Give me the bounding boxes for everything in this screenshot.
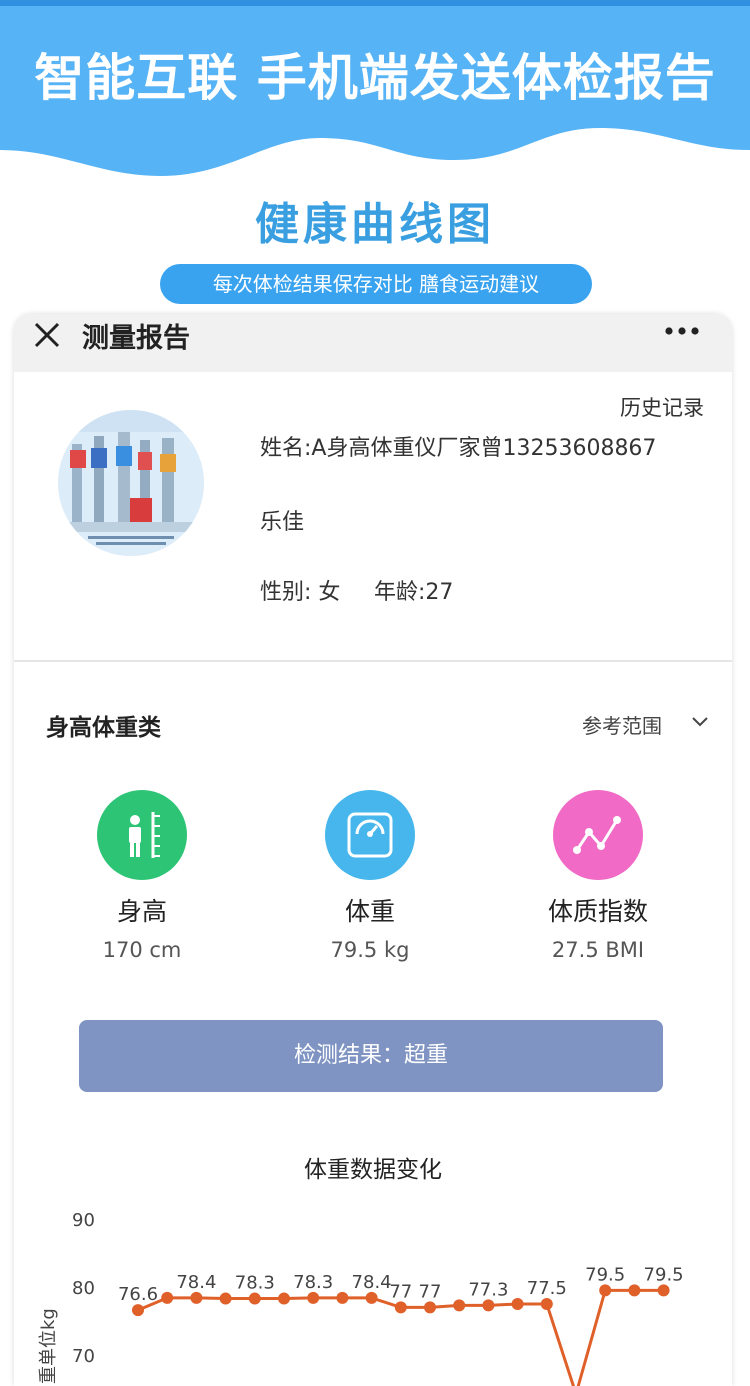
y-tick-label: 80 — [72, 1278, 95, 1299]
weight-line-chart: 重单位kg 90807076.678.4 78.3 78.3 78.477 77 77.3… — [38, 1210, 684, 1386]
user-name-continued: 乐佳 — [260, 510, 305, 535]
user-name: 姓名:A身高体重仪厂家曾13253608867 — [260, 436, 657, 461]
data-point — [540, 1298, 553, 1310]
data-point — [190, 1291, 203, 1304]
data-point — [599, 1284, 612, 1297]
avatar — [58, 410, 204, 556]
data-label: 77.5 — [527, 1278, 567, 1299]
metric-weight[interactable]: 体重 79.5 kg — [270, 790, 470, 962]
metric-height-value: 170 cm — [102, 938, 182, 962]
more-dots-icon[interactable] — [664, 326, 700, 336]
y-tick-label: 90 — [72, 1210, 95, 1231]
bmi-icon-circle — [553, 790, 643, 880]
data-label: 78.4 — [176, 1272, 216, 1293]
data-label: 77.3 — [468, 1279, 508, 1300]
data-point — [219, 1292, 232, 1305]
user-age: 年龄:27 — [374, 580, 454, 605]
data-label: 78.4 — [352, 1272, 392, 1293]
data-point — [424, 1301, 436, 1314]
report-topbar: 测量报告 — [14, 314, 732, 372]
height-person-icon — [129, 812, 160, 858]
data-point — [394, 1301, 407, 1314]
height-icon-circle — [97, 790, 187, 880]
data-point — [482, 1299, 495, 1312]
avatar-machines-image — [58, 410, 204, 556]
close-icon[interactable] — [32, 320, 62, 350]
data-label: 77 — [419, 1281, 442, 1302]
result-button[interactable]: 检测结果：超重 — [79, 1020, 663, 1092]
report-screen: 测量报告 历史记录 姓名:A身高体重仪厂家曾13253608867 乐佳 性别:… — [14, 314, 732, 1386]
data-label: 79.5 — [644, 1264, 684, 1285]
data-label: 77 — [389, 1281, 412, 1302]
metric-height-name: 身高 — [116, 897, 167, 926]
metric-height[interactable]: 身高 170 cm — [42, 790, 242, 962]
trend-line-icon — [573, 816, 621, 854]
top-banner: 智能互联 手机端发送体检报告 — [0, 0, 750, 190]
data-point — [336, 1291, 349, 1304]
metric-weight-name: 体重 — [344, 897, 395, 926]
scale-icon — [347, 812, 393, 858]
data-point — [248, 1292, 261, 1305]
data-label: 78.3 — [293, 1272, 333, 1293]
data-point — [365, 1291, 378, 1304]
data-point — [511, 1298, 524, 1310]
metric-bmi-name: 体质指数 — [547, 897, 648, 926]
data-point — [657, 1284, 670, 1297]
data-point — [628, 1284, 641, 1297]
data-label: 79.5 — [585, 1264, 625, 1285]
data-point — [278, 1292, 290, 1305]
chevron-down-icon[interactable] — [690, 712, 710, 732]
metric-bmi-value: 27.5 BMI — [551, 938, 645, 962]
data-point — [307, 1291, 320, 1304]
banner-title: 智能互联 手机端发送体检报告 — [34, 49, 716, 107]
section-heading-title: 健康曲线图 — [255, 199, 495, 250]
chart-title: 体重数据变化 — [304, 1157, 442, 1183]
history-link[interactable]: 历史记录 — [620, 392, 704, 422]
data-point — [453, 1299, 466, 1312]
data-label: 78.3 — [235, 1273, 275, 1294]
y-tick-label: 70 — [72, 1346, 95, 1367]
category-title: 身高体重类 — [46, 715, 161, 741]
user-gender: 性别: 女 — [260, 580, 341, 605]
chart-y-axis-label: 重单位kg — [38, 1308, 59, 1384]
reference-range-toggle[interactable]: 参考范围 — [582, 710, 662, 739]
data-point — [161, 1291, 174, 1304]
data-point — [132, 1304, 144, 1317]
weight-icon-circle — [325, 790, 415, 880]
data-label: 76.6 — [118, 1284, 158, 1305]
section-heading-subtitle: 每次体检结果保存对比 膳食运动建议 — [160, 264, 592, 304]
metric-weight-value: 79.5 kg — [330, 938, 410, 962]
metric-bmi[interactable]: 体质指数 27.5 BMI — [498, 790, 698, 962]
report-title: 测量报告 — [82, 323, 190, 354]
divider — [14, 660, 732, 662]
